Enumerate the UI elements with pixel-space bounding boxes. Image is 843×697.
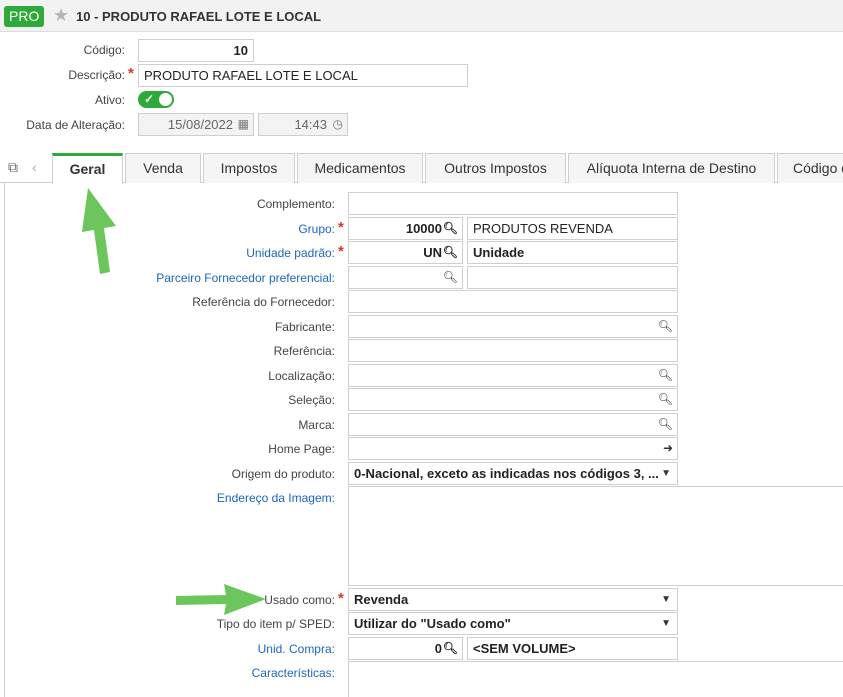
unidade-code-field[interactable]: UN 🔍︎ [348,241,463,264]
required-mark: * [128,65,134,82]
tabs-bar: ⧉ ‹ Geral Venda Impostos Medicamentos Ou… [0,150,843,184]
search-icon[interactable]: 🔍︎ [443,242,458,263]
unid-compra-code-field[interactable]: 0 🔍︎ [348,637,463,660]
search-icon[interactable]: 🔍︎ [658,365,673,386]
data-alteracao-value: 15/08/2022 [167,117,233,132]
caracteristicas-field[interactable] [348,661,843,697]
parceiro-code-field[interactable]: 🔍︎ [348,266,463,289]
caret-down-icon: ▼ [661,468,671,479]
grupo-code-field[interactable]: 10000 🔍︎ [348,217,463,240]
marca-field[interactable]: 🔍︎ [348,413,678,436]
data-alteracao-label: Data de Alteração: [26,118,125,132]
homepage-field[interactable]: ➜ [348,437,678,460]
endereco-imagem-field[interactable] [348,486,843,586]
fabricante-field[interactable]: 🔍︎ [348,315,678,338]
tipo-item-select[interactable]: Utilizar do "Usado como" ▼ [348,612,678,635]
required-mark: * [338,219,344,236]
required-mark: * [338,590,344,607]
origem-label: Origem do produto: [231,467,335,481]
search-icon[interactable]: 🔍︎ [443,638,458,659]
annotation-arrow-up-icon [82,188,116,274]
check-icon: ✓ [144,92,155,106]
complemento-label: Complemento: [256,197,335,211]
search-icon[interactable]: 🔍︎ [658,414,673,435]
tab-medicamentos[interactable]: Medicamentos [297,153,423,183]
descricao-label: Descrição: [68,68,125,82]
clock-icon: ◷ [332,117,343,131]
unid-compra-desc-field: <SEM VOLUME> [467,637,678,660]
localizacao-label: Localização: [268,369,335,383]
referencia-fornecedor-label: Referência do Fornecedor: [192,295,335,309]
unidade-code-value: UN [423,245,442,260]
grupo-label[interactable]: Grupo: [298,222,335,236]
tab-outros-impostos[interactable]: Outros Impostos [425,153,566,183]
tab-venda[interactable]: Venda [125,153,201,183]
usado-como-value: Revenda [354,592,409,607]
star-icon[interactable]: ★ [53,6,69,24]
module-badge: PRO [4,6,45,27]
unid-compra-label[interactable]: Unid. Compra: [258,642,335,656]
hora-alteracao-value: 14:43 [294,117,327,132]
page-title: 10 - PRODUTO RAFAEL LOTE E LOCAL [76,9,322,24]
descricao-field[interactable]: PRODUTO RAFAEL LOTE E LOCAL [138,64,468,87]
codigo-field[interactable]: 10 [138,39,254,62]
homepage-label: Home Page: [268,442,335,456]
annotation-arrow-right-icon [176,584,266,615]
unidade-desc-field: Unidade [467,241,678,264]
required-mark: * [338,243,344,260]
parceiro-label[interactable]: Parceiro Fornecedor preferencial: [156,271,335,285]
unidade-label[interactable]: Unidade padrão: [246,246,335,260]
referencia-fornecedor-field[interactable] [348,290,678,313]
hora-alteracao-field: 14:43 ◷ [258,113,348,136]
ativo-label: Ativo: [94,93,125,107]
usado-como-label: Usado como: [264,593,335,607]
referencia-field[interactable] [348,339,678,362]
fabricante-label: Fabricante: [274,320,335,334]
grupo-desc-field: PRODUTOS REVENDA [467,217,678,240]
parceiro-desc-field [467,266,678,289]
origem-select[interactable]: 0-Nacional, exceto as indicadas nos códi… [348,462,678,485]
usado-como-select[interactable]: Revenda ▼ [348,588,678,611]
copy-icon[interactable]: ⧉ [8,159,18,176]
caracteristicas-label[interactable]: Características: [252,666,335,680]
caret-down-icon: ▼ [661,594,671,605]
grupo-code-value: 10000 [405,221,442,236]
search-icon[interactable]: 🔍︎ [443,218,458,239]
tipo-item-value: Utilizar do "Usado como" [354,616,511,631]
codigo-label: Código: [83,43,125,57]
complemento-field[interactable] [348,192,678,215]
tipo-item-label: Tipo do item p/ SPED: [216,617,335,631]
localizacao-field[interactable]: 🔍︎ [348,364,678,387]
marca-label: Marca: [298,418,335,432]
ativo-toggle[interactable]: ✓ [138,91,174,108]
search-icon[interactable]: 🔍︎ [443,267,458,288]
arrow-right-icon[interactable]: ➜ [663,438,673,459]
tab-geral[interactable]: Geral [52,153,123,184]
toggle-knob [159,93,172,106]
title-bar: PRO ★ 10 - PRODUTO RAFAEL LOTE E LOCAL [0,0,843,32]
tab-impostos[interactable]: Impostos [203,153,295,183]
calendar-icon: ▦ [237,117,249,131]
caret-down-icon: ▼ [661,618,671,629]
origem-value: 0-Nacional, exceto as indicadas nos códi… [354,466,659,481]
data-alteracao-field: 15/08/2022 ▦ [138,113,254,136]
endereco-imagem-label[interactable]: Endereço da Imagem: [217,491,335,505]
referencia-label: Referência: [273,344,335,358]
search-icon[interactable]: 🔍︎ [658,389,673,410]
chevron-left-icon[interactable]: ‹ [32,159,37,175]
tab-codigo[interactable]: Código d [777,153,843,183]
tab-aliquota-interna[interactable]: Alíquota Interna de Destino [568,153,775,183]
unid-compra-code-value: 0 [434,641,442,656]
selecao-label: Seleção: [288,393,335,407]
selecao-field[interactable]: 🔍︎ [348,388,678,411]
search-icon[interactable]: 🔍︎ [658,316,673,337]
